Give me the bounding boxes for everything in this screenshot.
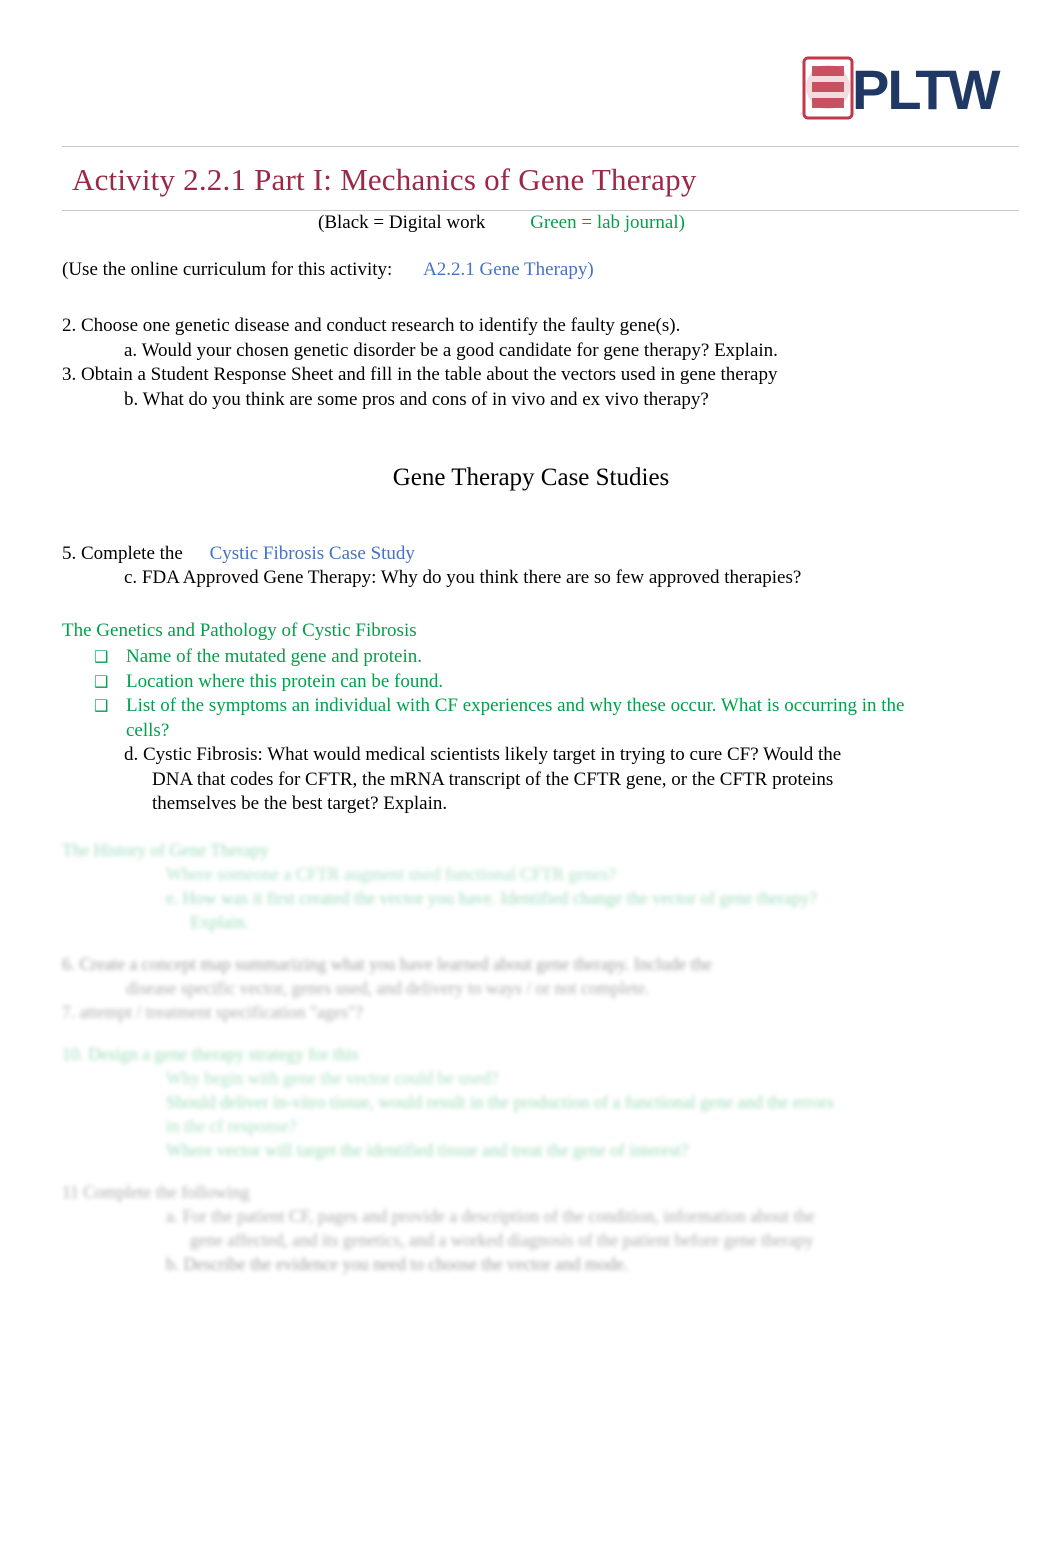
faded-heading-history: The History of Gene Therapy bbox=[62, 840, 269, 860]
faded-heading-complete: 11 Complete the following bbox=[62, 1182, 250, 1202]
checkbox-bullet-icon: ❑ bbox=[94, 647, 109, 666]
list-item-label: List of the symptoms an individual with … bbox=[126, 695, 905, 741]
green-bullet-list: ❑ Name of the mutated gene and protein. … bbox=[90, 645, 930, 743]
curriculum-line: (Use the online curriculum for this acti… bbox=[62, 259, 594, 281]
faded-line-1: Where someone a CFTR augment used functi… bbox=[166, 864, 617, 884]
checkbox-bullet-icon: ❑ bbox=[94, 696, 109, 715]
checkbox-bullet-icon: ❑ bbox=[94, 671, 109, 691]
faded-line-4: 6. Create a concept map summarizing what… bbox=[62, 954, 712, 974]
page-title: Activity 2.2.1 Part I: Mechanics of Gene… bbox=[72, 162, 697, 197]
faded-heading-design: 10. Design a gene therapy strategy for t… bbox=[62, 1044, 359, 1064]
question-3b: b. What do you think are some pros and c… bbox=[124, 388, 709, 410]
list-item: ❑ Location where this protein can be fou… bbox=[90, 670, 930, 695]
pltw-logo: PLTW bbox=[790, 52, 1010, 130]
question-2a: a. Would your chosen genetic disorder be… bbox=[124, 339, 778, 361]
faded-line-11: a. For the patient CF, pages and provide… bbox=[166, 1206, 815, 1226]
faded-line-13: b. Describe the evidence you need to cho… bbox=[166, 1254, 629, 1274]
cystic-fibrosis-case-study-link[interactable]: Cystic Fibrosis Case Study bbox=[210, 543, 415, 564]
document-page: PLTW Activity 2.2.1 Part I: Mechanics of… bbox=[0, 0, 1062, 1561]
question-3: 3. Obtain a Student Response Sheet and f… bbox=[62, 364, 778, 385]
color-key-line: (Black = Digital work Green = lab journa… bbox=[318, 212, 685, 234]
item-5d-line2: DNA that codes for CFTR, the mRNA transc… bbox=[152, 768, 834, 790]
item-5d-line1: d. Cystic Fibrosis: What would medical s… bbox=[124, 744, 842, 765]
faded-line-6: 7. attempt / treatment specification "ag… bbox=[62, 1002, 363, 1022]
section-heading: Gene Therapy Case Studies bbox=[392, 464, 670, 491]
item-5d: d. Cystic Fibrosis: What would medical s… bbox=[124, 743, 924, 817]
list-item: ❑ List of the symptoms an individual wit… bbox=[90, 694, 930, 743]
item-5c: c. FDA Approved Gene Therapy: Why do you… bbox=[124, 567, 802, 588]
faded-line-8: Should deliver in-vitro tissue, would re… bbox=[166, 1092, 834, 1112]
key-black-text: (Black = Digital work bbox=[318, 212, 486, 233]
pltw-shield-icon bbox=[802, 56, 854, 120]
faded-line-2: e. How was it first created the vector y… bbox=[166, 888, 818, 908]
key-green-text: Green = lab journal) bbox=[530, 212, 685, 233]
faded-line-12: gene affected, and its genetics, and a w… bbox=[190, 1230, 814, 1250]
header-divider-bottom bbox=[62, 210, 1019, 211]
question-2: 2. Choose one genetic disease and conduc… bbox=[62, 315, 681, 336]
header-divider-top bbox=[62, 146, 1019, 147]
faded-lower-content: The History of Gene Therapy Where someon… bbox=[62, 838, 997, 1276]
faded-line-5: disease specific vector, genes used, and… bbox=[126, 978, 650, 998]
question-block: 2. Choose one genetic disease and conduc… bbox=[62, 314, 992, 412]
faded-line-7: Why begin with gene the vector could be … bbox=[166, 1068, 499, 1088]
faded-line-10: Where vector will target the identified … bbox=[166, 1140, 689, 1160]
faded-line-3: Explain. bbox=[190, 912, 249, 932]
item-5d-line3: themselves be the best target? Explain. bbox=[152, 793, 448, 814]
curriculum-label: (Use the online curriculum for this acti… bbox=[62, 259, 393, 280]
curriculum-link[interactable]: A2.2.1 Gene Therapy) bbox=[423, 259, 594, 280]
list-item: ❑ Name of the mutated gene and protein. bbox=[90, 645, 930, 670]
item-5-line: 5. Complete the Cystic Fibrosis Case Stu… bbox=[62, 543, 415, 565]
list-item-label: Name of the mutated gene and protein. bbox=[126, 646, 422, 667]
list-item-label: Location where this protein can be found… bbox=[126, 670, 444, 692]
green-section-heading: The Genetics and Pathology of Cystic Fib… bbox=[62, 620, 417, 641]
faded-line-9: in the cf response? bbox=[166, 1116, 297, 1136]
item-5-label: 5. Complete the bbox=[62, 543, 183, 564]
logo-text: PLTW bbox=[852, 58, 1000, 121]
